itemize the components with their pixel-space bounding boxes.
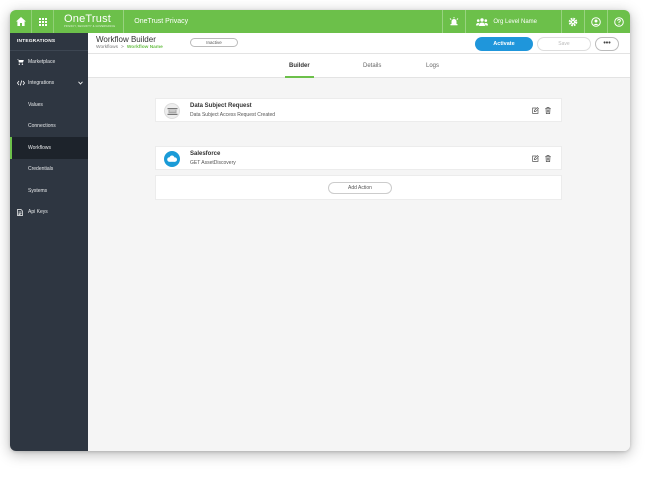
step-subtitle: Data Subject Access Request Created xyxy=(190,112,276,118)
save-button[interactable]: Save xyxy=(537,37,591,51)
product-name: OneTrust Privacy xyxy=(134,18,189,25)
help-circle-icon xyxy=(614,16,624,27)
code-icon xyxy=(17,80,25,86)
sidebar-item-label: Systems xyxy=(28,187,48,194)
step-subtitle: GET AssetDiscovery xyxy=(190,160,236,166)
sidebar-item-label: Api Keys xyxy=(28,209,48,216)
gear-icon xyxy=(568,17,578,26)
brand-logo[interactable]: OneTrust PRIVACY, SECURITY & GOVERNANCE xyxy=(54,10,125,33)
trash-icon[interactable] xyxy=(545,155,551,162)
add-action-area: Add Action xyxy=(155,175,562,200)
notifications-button[interactable] xyxy=(443,10,465,33)
sidebar-item-credentials[interactable]: Credentials xyxy=(10,159,88,181)
step-actions xyxy=(532,107,551,114)
breadcrumb-workflows[interactable]: Workflows xyxy=(96,45,118,50)
sidebar-item-workflows[interactable]: Workflows xyxy=(10,137,88,159)
salesforce-cloud-icon xyxy=(164,151,180,167)
sidebar-item-label: Marketplace xyxy=(28,58,56,65)
main-content: Workflow Builder Workflows > Workflow Na… xyxy=(88,33,630,451)
sidebar-item-label: Credentials xyxy=(28,166,54,173)
add-action-button[interactable]: Add Action xyxy=(328,182,392,194)
workflow-step-card[interactable]: Data Subject Request Data Subject Access… xyxy=(155,98,562,122)
sidebar-item-label: Workflows xyxy=(28,144,51,151)
breadcrumb: Workflows > Workflow Name xyxy=(96,45,163,50)
top-bar: OneTrust PRIVACY, SECURITY & GOVERNANCE … xyxy=(10,10,630,33)
sidebar-item-label: Values xyxy=(28,101,43,108)
sidebar-heading: INTEGRATIONS xyxy=(10,33,88,51)
breadcrumb-current: Workflow Name xyxy=(126,45,163,50)
profile-button[interactable] xyxy=(585,10,607,33)
chevron-down-icon xyxy=(78,81,83,85)
step-actions xyxy=(532,155,551,162)
sidebar-item-api-keys[interactable]: Api Keys xyxy=(10,202,88,224)
sidebar-item-label: Integrations xyxy=(28,80,55,87)
alarm-bell-icon xyxy=(449,17,459,26)
org-selector[interactable]: Org Level Name xyxy=(466,10,561,33)
edit-icon[interactable] xyxy=(532,107,539,114)
sidebar-item-label: Connections xyxy=(28,123,56,130)
app-window: OneTrust PRIVACY, SECURITY & GOVERNANCE … xyxy=(10,10,630,451)
apps-grid-button[interactable] xyxy=(32,10,54,33)
home-icon xyxy=(15,17,26,26)
workflow-step-card[interactable]: Salesforce GET AssetDiscovery xyxy=(155,146,562,170)
brand-name: OneTrust xyxy=(64,13,112,25)
sidebar-item-systems[interactable]: Systems xyxy=(10,180,88,202)
users-group-icon xyxy=(476,17,489,26)
home-button[interactable] xyxy=(10,10,32,33)
page-title: Workflow Builder xyxy=(96,35,156,44)
tab-bar: Builder Details Logs xyxy=(88,54,630,78)
trash-icon[interactable] xyxy=(545,107,551,114)
breadcrumb-separator: > xyxy=(121,45,124,50)
sidebar-item-connections[interactable]: Connections xyxy=(10,116,88,138)
step-title: Salesforce xyxy=(190,151,221,157)
help-button[interactable] xyxy=(608,10,630,33)
org-name: Org Level Name xyxy=(493,18,537,25)
more-options-button[interactable]: ••• xyxy=(595,37,619,51)
edit-icon[interactable] xyxy=(532,155,539,162)
sidebar-item-marketplace[interactable]: Marketplace xyxy=(10,51,88,73)
activate-button[interactable]: Activate xyxy=(475,37,533,51)
status-badge: Inactive xyxy=(190,38,238,47)
cart-icon xyxy=(17,58,25,65)
sidebar-item-integrations[interactable]: Integrations xyxy=(10,73,88,95)
tab-logs[interactable]: Logs xyxy=(426,63,439,78)
user-circle-icon xyxy=(591,16,601,27)
top-bar-right: Org Level Name xyxy=(442,10,630,33)
dsr-logo-icon xyxy=(164,103,180,119)
grid-icon xyxy=(38,17,47,26)
tab-builder[interactable]: Builder xyxy=(285,63,314,78)
tab-details[interactable]: Details xyxy=(363,63,381,78)
sidebar: INTEGRATIONS Marketplace Integrations Va… xyxy=(10,33,88,451)
page-header: Workflow Builder Workflows > Workflow Na… xyxy=(88,33,630,54)
settings-button[interactable] xyxy=(562,10,584,33)
sidebar-item-values[interactable]: Values xyxy=(10,94,88,116)
brand-tagline: PRIVACY, SECURITY & GOVERNANCE xyxy=(64,25,116,28)
document-icon xyxy=(17,208,25,216)
step-title: Data Subject Request xyxy=(190,103,252,109)
